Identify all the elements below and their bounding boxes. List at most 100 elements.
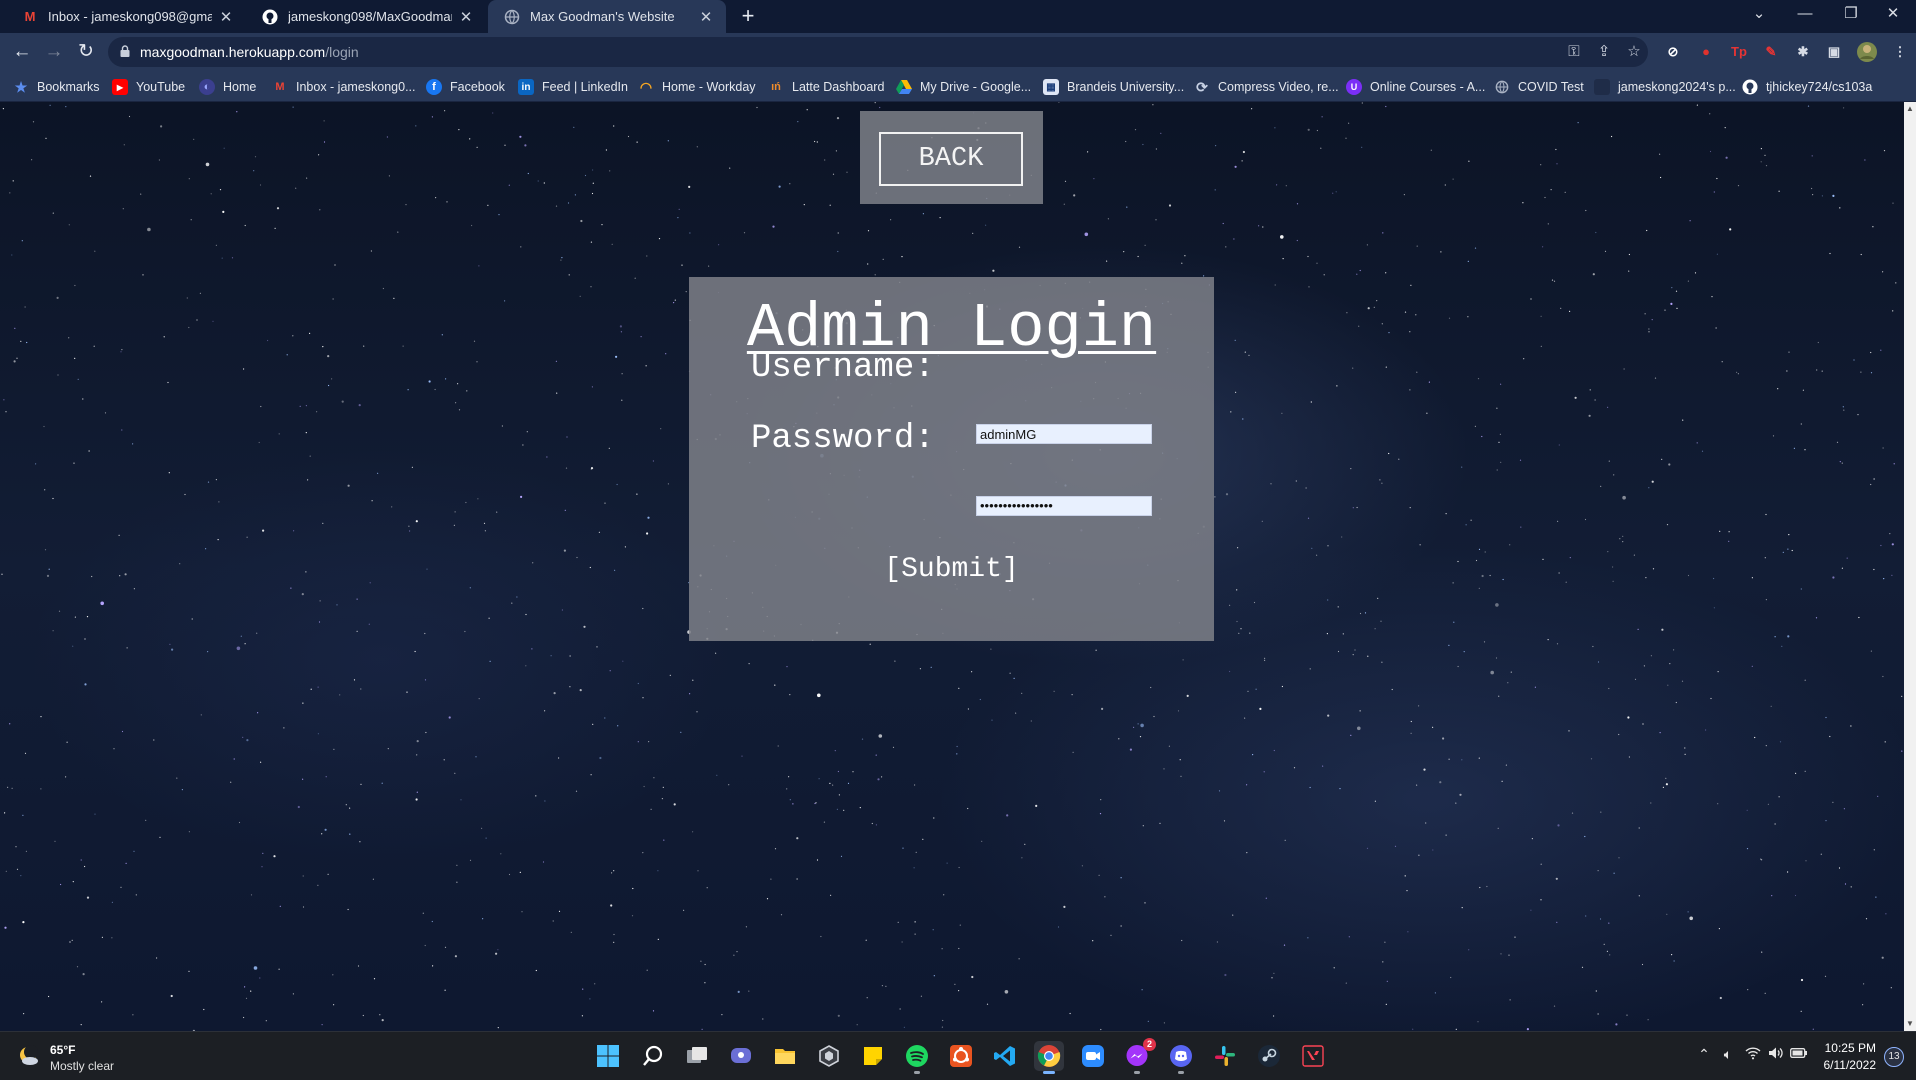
moon-cloud-icon[interactable] [18,1045,40,1067]
submit-button[interactable]: [Submit] [689,554,1214,585]
valorant-icon[interactable] [1298,1041,1328,1071]
url-host: maxgoodman.herokuapp.com [140,44,326,60]
bookmark-item[interactable]: ◐ Home [199,77,256,97]
messenger-icon[interactable]: 2 [1122,1038,1156,1074]
new-tab-button[interactable]: + [736,5,760,29]
bookmark-label: Compress Video, re... [1218,80,1339,94]
running-indicator [1178,1071,1184,1074]
gmail-icon: M [24,9,36,24]
zoom-icon[interactable] [1078,1041,1108,1071]
bookmark-item[interactable]: COVID Test [1494,77,1584,97]
notification-center-icon[interactable]: 13 [1884,1047,1904,1067]
bookmark-item[interactable]: ▶ YouTube [112,77,185,97]
password-field[interactable]: •••••••••••••••• [976,496,1152,516]
speaker-icon[interactable]: 🔈︎ [1718,1046,1738,1063]
bookmark-item[interactable]: U Online Courses - A... [1346,77,1485,97]
scroll-down-icon[interactable]: ▼ [1906,1020,1914,1028]
slack-icon[interactable] [1210,1041,1240,1071]
sticky-notes-icon[interactable] [858,1041,888,1071]
bookmark-label: COVID Test [1518,80,1584,94]
windows-taskbar: 65°F Mostly clear 2 ⌃ 🔈︎ 10:25 PM 6/11/2… [0,1031,1916,1080]
bookmark-item[interactable]: in Feed | LinkedIn [518,77,628,97]
bookmark-item[interactable]: ★ Bookmarks [13,77,100,97]
close-icon[interactable]: ✕ [698,8,714,26]
gmail-icon: M [275,81,285,93]
close-icon[interactable]: ✕ [218,8,234,26]
chrome-icon[interactable] [1034,1041,1064,1074]
tab-max-goodman[interactable]: Max Goodman's Website ✕ [488,0,726,33]
page-scrollbar[interactable]: ▲ ▼ [1904,102,1916,1031]
extensions-puzzle-icon[interactable]: ✱ [1792,41,1814,63]
share-icon[interactable]: ⇪ [1592,41,1616,65]
page-viewport: BACK Admin Login Username: Password: •••… [0,102,1904,1031]
tab-github[interactable]: jameskong098/MaxGoodmanWe ✕ [246,0,486,33]
battery-icon[interactable] [1789,1046,1809,1062]
ubuntu-icon[interactable] [946,1041,976,1071]
key-icon[interactable]: ⚿ [1562,41,1586,65]
clock-time[interactable]: 10:25 PM [1825,1041,1876,1055]
vscode-icon[interactable] [990,1041,1020,1071]
bookmark-label: tjhickey724/cs103a [1766,80,1873,94]
teams-chat-icon[interactable] [726,1041,756,1071]
extension-pen-icon[interactable]: ✎ [1760,41,1782,63]
task-view-icon[interactable] [682,1041,712,1071]
extension-record-icon[interactable]: ● [1695,41,1717,63]
tab-label: Max Goodman's Website [530,9,675,24]
bookmarks-bar: ★ Bookmarks ▶ YouTube ◐ Home M Inbox - james… [0,71,1916,102]
steam-icon[interactable] [1254,1041,1284,1071]
bookmark-label: Latte Dashboard [792,80,885,94]
blank-icon [1594,79,1610,95]
spotify-icon[interactable] [902,1041,932,1074]
courses-icon: U [1346,79,1362,95]
bookmark-label: Home - Workday [662,80,756,94]
bookmark-item[interactable]: ◠ Home - Workday [638,77,756,97]
extension-tp-icon[interactable]: Tp [1728,41,1750,63]
bookmark-item[interactable]: ▦ Brandeis University... [1043,77,1184,97]
minimize-button[interactable]: — [1782,0,1828,30]
show-hidden-icons-chevron-icon[interactable]: ⌃ [1694,1046,1714,1063]
menu-kebab-icon[interactable]: ⋮ [1889,41,1911,63]
tab-gmail[interactable]: M Inbox - jameskong098@gmail.co ✕ [6,0,246,33]
tab-label: jameskong098/MaxGoodmanWe [288,9,452,24]
reload-icon[interactable]: ↻ [73,40,99,66]
bookmark-item[interactable]: My Drive - Google... [896,77,1031,97]
weather-temperature[interactable]: 65°F [50,1043,75,1057]
tab-search-icon[interactable]: ⌄ [1736,0,1782,30]
bookmark-label: Feed | LinkedIn [542,80,628,94]
scroll-up-icon[interactable]: ▲ [1906,105,1914,113]
side-panel-icon[interactable]: ▣ [1823,41,1845,63]
extension-block-icon[interactable]: ⊘ [1662,41,1684,63]
start-windows-icon[interactable] [593,1041,623,1071]
notification-badge: 2 [1143,1038,1156,1051]
bookmark-label: jameskong2024's p... [1618,80,1736,94]
search-icon[interactable] [638,1041,668,1071]
back-button[interactable]: BACK [879,132,1023,186]
bookmark-item[interactable]: M Inbox - jameskong0... [272,77,415,97]
wifi-icon[interactable] [1743,1046,1763,1063]
restore-button[interactable]: ❐ [1828,0,1874,30]
bookmark-item[interactable]: ıń Latte Dashboard [768,77,884,97]
bookmark-item[interactable]: ⟳ Compress Video, re... [1194,77,1339,97]
bookmark-item[interactable]: f Facebook [426,77,505,97]
bookmark-star-icon[interactable]: ☆ [1622,41,1646,65]
volume-icon[interactable] [1766,1046,1786,1063]
discord-icon[interactable] [1166,1041,1196,1074]
app-hexagon-icon[interactable] [814,1041,844,1071]
running-indicator [914,1071,920,1074]
weather-condition[interactable]: Mostly clear [50,1059,114,1073]
close-icon[interactable]: ✕ [458,8,474,26]
username-field[interactable] [976,424,1152,444]
clock-date[interactable]: 6/11/2022 [1824,1058,1877,1072]
bookmark-item[interactable]: jameskong2024's p... [1594,77,1736,97]
close-window-button[interactable]: ✕ [1870,0,1916,30]
running-indicator [1043,1071,1055,1074]
bookmark-label: YouTube [136,80,186,94]
file-explorer-icon[interactable] [770,1041,800,1071]
bookmark-item[interactable]: tjhickey724/cs103a [1742,77,1872,97]
back-arrow-icon[interactable]: ← [9,40,35,66]
tab-label: Inbox - jameskong098@gmail.co [48,9,212,24]
forward-arrow-icon[interactable]: → [41,40,67,66]
profile-avatar[interactable] [1856,41,1878,63]
username-label: Username: [751,349,935,387]
address-bar[interactable]: maxgoodman.herokuapp.com/login ⚿ ⇪ ☆ [108,37,1648,67]
